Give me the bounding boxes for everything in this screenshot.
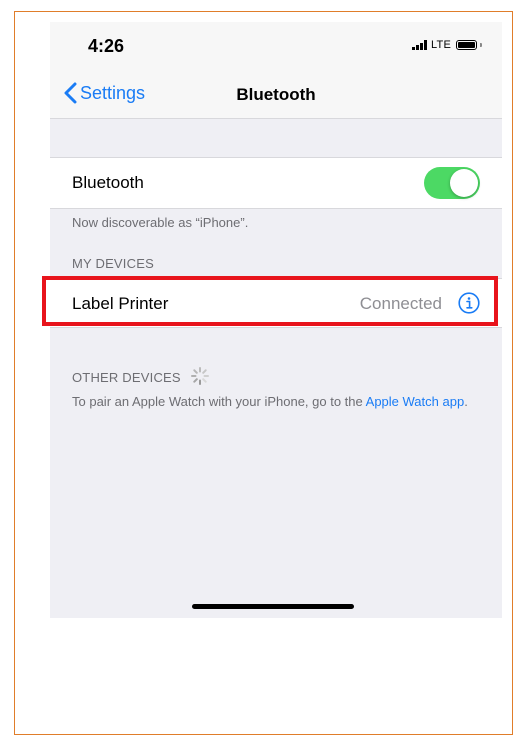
top-bar: 4:26 LTE Settings Bluetooth [50,22,502,119]
info-icon[interactable] [458,292,480,314]
status-time: 4:26 [88,36,125,56]
bluetooth-row: Bluetooth [50,157,502,209]
page-title: Bluetooth [236,85,316,104]
battery-nub [480,43,482,47]
toggle-knob [450,169,478,197]
pair-watch-suffix: . [464,394,468,409]
network-label: LTE [431,39,451,51]
pair-watch-text: To pair an Apple Watch with your iPhone,… [72,393,472,410]
other-devices-header: OTHER DEVICES [72,370,181,385]
apple-watch-app-link[interactable]: Apple Watch app [366,394,465,409]
signal-icon [412,40,428,50]
battery-icon [456,40,477,50]
loading-spinner-icon [191,367,209,385]
device-row-label-printer[interactable]: Label Printer Connected [50,278,502,328]
phone-screen: 4:26 LTE Settings Bluetooth Bluetooth No… [50,22,502,618]
pair-watch-prefix: To pair an Apple Watch with your iPhone,… [72,394,366,409]
my-devices-header: MY DEVICES [72,256,154,271]
device-name: Label Printer [72,294,169,313]
discoverable-text: Now discoverable as “iPhone”. [72,215,249,230]
status-indicators: LTE [412,39,482,51]
bluetooth-label: Bluetooth [72,173,144,192]
home-indicator[interactable] [192,604,354,609]
bluetooth-toggle[interactable] [424,167,480,199]
device-status: Connected [359,294,442,313]
